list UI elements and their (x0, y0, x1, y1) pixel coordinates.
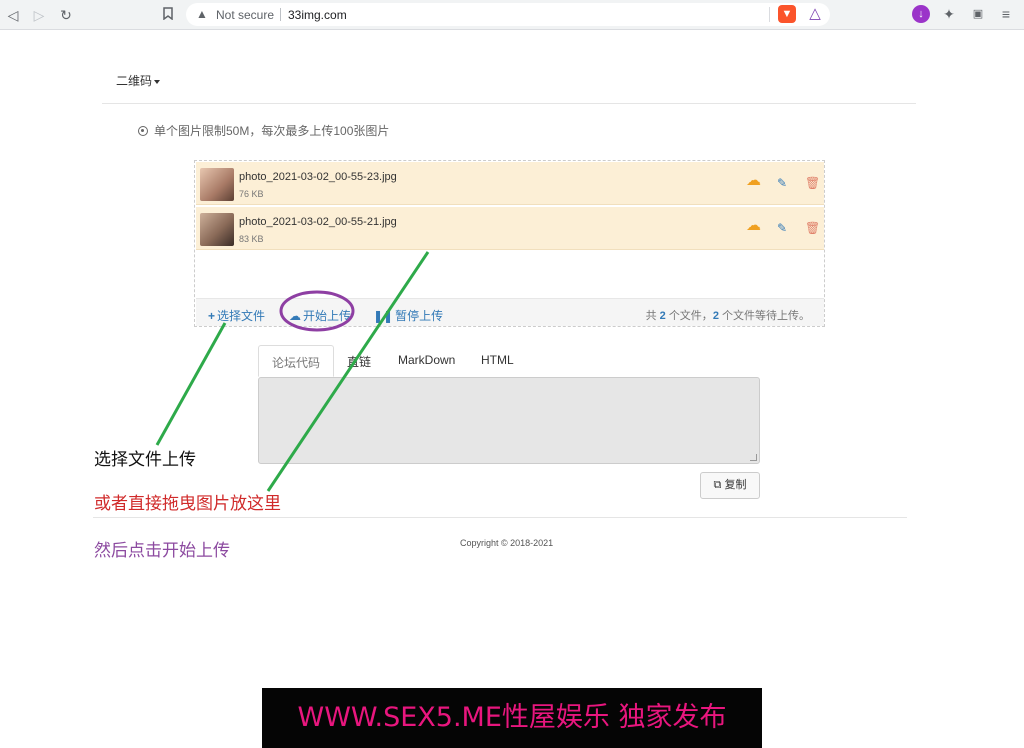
upload-cloud-icon[interactable]: ☁ (746, 173, 761, 188)
reload-icon[interactable]: ↻ (56, 5, 76, 25)
edit-icon[interactable]: ✎ (777, 221, 787, 235)
watermark-text: WWW.SEX5.ME性屋娱乐 独家发布 (297, 702, 727, 733)
omnibox-separator (280, 8, 281, 21)
copy-label[interactable]: 复制 (724, 479, 746, 491)
qr-menu[interactable]: 二维码 (116, 72, 161, 89)
start-upload-button[interactable]: ☁ 开始上传 (289, 307, 351, 324)
edit-icon[interactable]: ✎ (777, 176, 787, 190)
link-output-textarea[interactable] (258, 377, 760, 464)
extensions-icon[interactable]: ✦ (940, 5, 958, 23)
caret-down-icon (154, 79, 161, 84)
upload-cloud-icon: ☁ (289, 309, 301, 323)
annotation-line-choose (155, 322, 227, 446)
forward-icon[interactable]: ▷ (29, 5, 49, 25)
file-name: photo_2021-03-02_00-55-21.jpg (239, 216, 397, 228)
tab-direct-link[interactable]: 直链 (334, 345, 384, 377)
tab-html[interactable]: HTML (468, 345, 527, 377)
menu-icon[interactable]: ≡ (997, 5, 1015, 23)
limit-notice: 单个图片限制50M，每次最多上传100张图片 (138, 122, 389, 139)
file-thumbnail (200, 213, 234, 246)
file-row: photo_2021-03-02_00-55-21.jpg 83 KB ☁ ✎ … (196, 207, 824, 250)
header-divider (102, 103, 916, 104)
tab-forum-code[interactable]: 论坛代码 (258, 345, 335, 377)
copyright: Copyright © 2018-2021 (460, 538, 554, 548)
trash-icon[interactable]: 🗑 (805, 221, 820, 235)
file-name: photo_2021-03-02_00-55-23.jpg (239, 171, 397, 183)
annotation-step-2: 或者直接拖曳图片放这里 (94, 494, 281, 514)
upload-stats: 共 2 个文件，2 个文件等待上传。 (646, 307, 810, 323)
qr-menu-label[interactable]: 二维码 (116, 74, 152, 88)
info-dot-icon (138, 126, 148, 136)
tab-markdown[interactable]: MarkDown (385, 345, 468, 377)
upload-dropzone[interactable]: photo_2021-03-02_00-55-23.jpg 76 KB ☁ ✎ … (194, 160, 825, 327)
pause-upload-label[interactable]: 暂停上传 (395, 309, 443, 323)
plus-icon: + (208, 309, 216, 323)
file-row: photo_2021-03-02_00-55-23.jpg 76 KB ☁ ✎ … (196, 162, 824, 205)
stats-prefix: 共 (645, 310, 657, 322)
trash-icon[interactable]: 🗑 (805, 176, 820, 190)
start-upload-label[interactable]: 开始上传 (303, 309, 351, 323)
browser-toolbar: ◁ ▷ ↻ ▲ Not secure 33img.com ▼ △ ↓ ✦ ▣ ≡ (0, 0, 1024, 30)
download-icon[interactable]: ↓ (912, 5, 930, 23)
annotation-step-3: 然后点击开始上传 (94, 541, 230, 561)
bookmark-icon-shape (163, 7, 173, 21)
resize-handle[interactable] (750, 454, 757, 461)
stats-suffix: 个文件等待上传。 (722, 310, 810, 322)
upload-toolbar: + 选择文件 ☁ 开始上传 ❚❚ 暂停上传 共 2 个文件，2 个文件等待上传。 (196, 298, 824, 326)
choose-files-button[interactable]: + 选择文件 (208, 307, 265, 324)
footer-divider (93, 517, 907, 518)
pause-icon: ❚❚ (373, 309, 394, 323)
copy-button[interactable]: ⧉ 复制 (700, 472, 760, 499)
security-label[interactable]: Not secure (216, 8, 274, 22)
choose-files-label[interactable]: 选择文件 (217, 309, 265, 323)
limit-notice-text: 单个图片限制50M，每次最多上传100张图片 (154, 124, 390, 138)
link-format-tabs: 论坛代码 直链 MarkDown HTML (258, 345, 760, 377)
file-thumbnail (200, 168, 234, 201)
url-text[interactable]: 33img.com (288, 8, 347, 22)
brave-rewards-icon[interactable]: △ (806, 5, 824, 23)
pause-upload-button[interactable]: ❚❚ 暂停上传 (373, 307, 443, 324)
stats-total: 2 (659, 310, 666, 322)
address-bar[interactable]: ▲ Not secure 33img.com ▼ △ (186, 3, 830, 26)
file-size: 76 KB (239, 189, 264, 199)
brave-shield-icon[interactable]: ▼ (778, 5, 796, 23)
annotation-step-1: 选择文件上传 (94, 450, 196, 470)
file-size: 83 KB (239, 234, 264, 244)
back-icon[interactable]: ◁ (3, 5, 23, 25)
copy-icon: ⧉ (713, 479, 722, 491)
bookmark-icon[interactable] (158, 5, 178, 25)
wallet-icon[interactable]: ▣ (969, 5, 987, 23)
upload-cloud-icon[interactable]: ☁ (746, 218, 761, 233)
stats-waiting: 2 (712, 310, 719, 322)
warning-icon: ▲ (196, 7, 208, 21)
omnibox-divider (769, 7, 770, 22)
stats-mid: 个文件， (668, 310, 713, 322)
watermark-banner: WWW.SEX5.ME性屋娱乐 独家发布 (262, 688, 762, 748)
